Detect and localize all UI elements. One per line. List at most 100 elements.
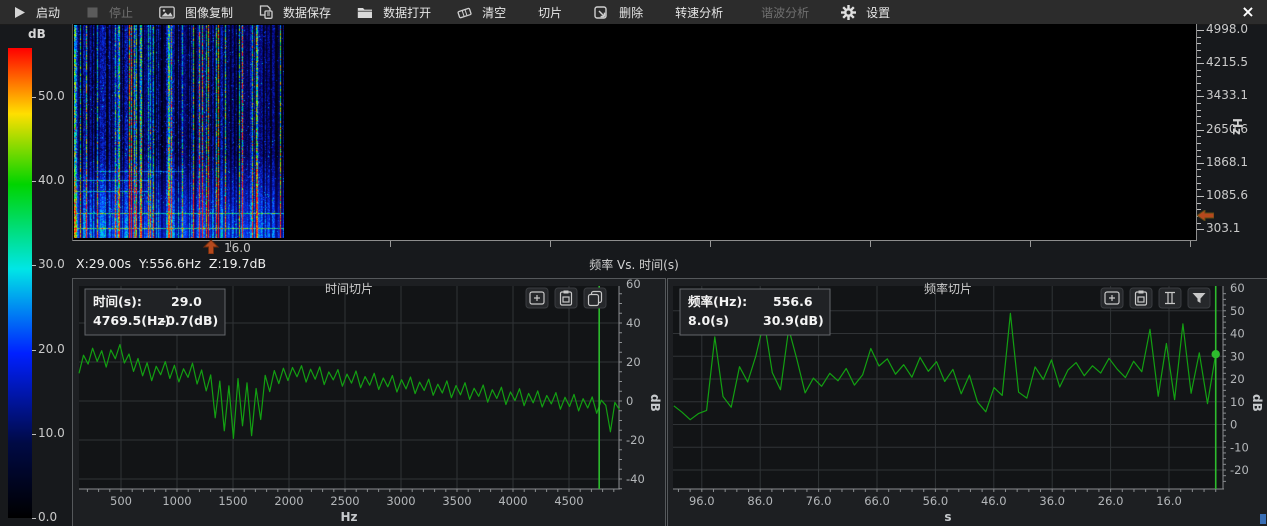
x-axis-unit-label: Hz [340,510,357,524]
toolbar-item-label: 数据保存 [283,4,331,21]
y-tick-label: 20 [626,355,641,369]
main-toolbar: 启动 停止 图像复制 数据保存数据打开清空切片删除 转速分析 谐波分析 设置 [0,0,1267,25]
toolbar-item-0[interactable]: 启动 [0,0,73,24]
freq-axis-tick-label: 3433.1 [1206,88,1248,102]
chart-button-add-box[interactable] [526,288,548,308]
freq-axis-minor-tick [1197,136,1201,137]
x-tick-label: 3000 [386,494,415,508]
y-tick-label: -20 [1230,463,1249,477]
freq-axis-tick [1197,63,1204,64]
x-tick-label: 46.0 [981,494,1007,508]
y-tick-label: 20 [1230,372,1245,386]
time-marker-arrow-icon[interactable] [203,240,219,254]
resize-grip[interactable] [1260,514,1266,524]
delete-icon [594,6,614,19]
save-icon [259,5,278,19]
colorbar-tick [32,265,36,266]
toolbar-item-8[interactable]: 转速分析 [656,0,742,24]
colorbar-tick-label: 0.0 [38,510,57,524]
time-axis-tick [1190,241,1191,247]
freq-axis-minor-tick [1197,156,1201,157]
chart-button-clipboard[interactable] [555,288,577,308]
info-text: -0.7(dB) [161,313,218,328]
toolbar-item-10[interactable]: 设置 [828,0,903,24]
spectrogram-panel[interactable] [72,24,1197,241]
freq-axis-tick-label: 4215.5 [1206,55,1248,69]
chart-button-clipboard[interactable] [1130,288,1152,308]
freq-axis-tick [1197,196,1204,197]
colorbar-tick [32,181,36,182]
freq-axis-minor-tick [1197,83,1201,84]
freq-axis-tick-label: 4998.0 [1206,22,1248,36]
y-tick-label: -10 [1230,440,1249,454]
cursor-dot [1212,350,1220,358]
freq-axis-tick-label: 1868.1 [1206,155,1248,169]
x-tick-label: 86.0 [747,494,773,508]
y-tick-label: 50 [1230,304,1245,318]
x-tick-label: 2500 [330,494,359,508]
toolbar-item-5[interactable]: 清空 [444,0,519,24]
toolbar-item-label: 图像复制 [185,4,233,21]
toolbar-item-9: 谐波分析 [742,0,828,24]
y-tick-label: 30 [1230,349,1245,363]
play-icon [13,6,31,19]
freq-axis-minor-tick [1197,223,1201,224]
freq-axis-minor-tick [1197,203,1201,204]
chart-button-layers[interactable] [584,288,606,308]
colorbar-tick-label: 50.0 [38,89,65,103]
toolbar-item-2[interactable]: 图像复制 [146,0,246,24]
y-tick-label: -20 [626,433,645,447]
x-tick-label: 2000 [274,494,303,508]
info-text: 8.0(s) [688,313,729,328]
colorbar-tick-label: 10.0 [38,426,65,440]
toolbar-item-label: 设置 [866,4,890,21]
toolbar-item-label: 谐波分析 [761,4,809,21]
freq-marker-arrow-icon[interactable] [1197,210,1214,221]
x-tick-label: 36.0 [1039,494,1065,508]
freq-axis-minor-tick [1197,103,1201,104]
freq-axis-minor-tick [1197,76,1201,77]
info-text: 4769.5(Hz) [93,313,170,328]
freq-axis-minor-tick [1197,116,1201,117]
chart-button-filter[interactable] [1188,288,1210,308]
close-button[interactable]: × [1237,1,1259,23]
time-slice-chart[interactable]: 5001000150020002500300035004000450060402… [72,278,666,526]
chart-button-add-box[interactable] [1101,288,1123,308]
y-tick-label: 0 [1230,418,1237,432]
chart-button-cursors[interactable] [1159,288,1181,308]
colorbar-tick-label: 30.0 [38,257,65,271]
freq-axis-tick [1197,96,1204,97]
cursors-icon-bg [1159,288,1181,308]
info-text: 时间(s): [93,294,142,309]
freq-axis-minor-tick [1197,183,1201,184]
spectrogram-image[interactable] [74,25,284,238]
toolbar-item-4[interactable]: 数据打开 [344,0,444,24]
toolbar-item-6[interactable]: 切片 [519,0,581,24]
y-tick-label: -40 [626,472,645,486]
freq-axis-tick [1197,229,1204,230]
toolbar-item-3[interactable]: 数据保存 [246,0,344,24]
gear-icon [841,5,861,20]
chart-title: 时间切片 [325,282,373,296]
chart-title: 频率切片 [924,281,972,296]
toolbar-item-7[interactable]: 删除 [581,0,656,24]
info-text: 30.9(dB) [763,313,824,328]
y-tick-label: 60 [626,278,641,291]
folder-open-icon [357,6,378,19]
freq-axis-tick-label: 1085.6 [1206,188,1248,202]
freq-slice-chart[interactable]: 96.086.076.066.056.046.036.026.016.06050… [667,278,1267,526]
info-text: 556.6 [773,294,813,309]
freq-axis-tick [1197,163,1204,164]
colorbar-tick-label: 20.0 [38,342,65,356]
time-axis-tick [550,241,551,247]
toolbar-item-1: 停止 [73,0,146,24]
cursor-readout: X:29.00s Y:556.6Hz Z:19.7dB [76,256,266,271]
time-axis-tick [1030,241,1031,247]
spectrogram-freq-unit-label: Hz [1230,118,1244,135]
toolbar-item-label: 停止 [109,4,133,21]
freq-axis-minor-tick [1197,70,1201,71]
toolbar-item-label: 转速分析 [675,4,723,21]
image-copy-icon [159,6,180,19]
y-tick-label: 40 [626,316,641,330]
y-axis-unit-label: dB [648,394,662,412]
